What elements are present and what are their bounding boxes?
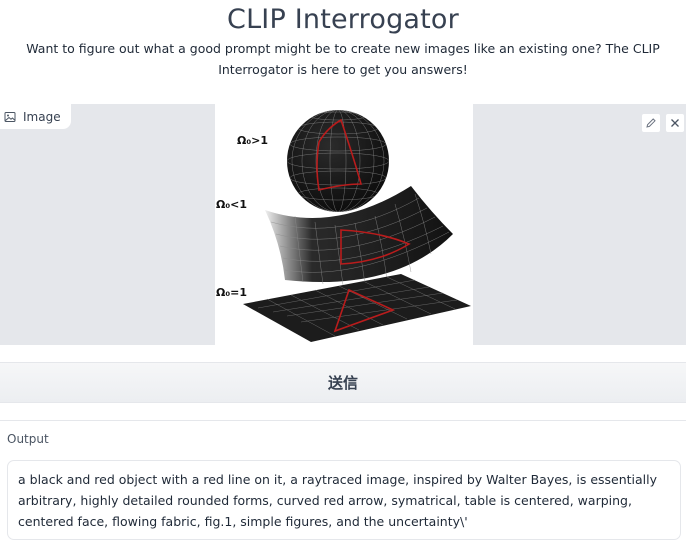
page-description: Want to figure out what a good prompt mi… [26, 41, 660, 77]
image-input-panel[interactable]: Image Ω₀>1 Ω₀<1 Ω₀=1 [0, 104, 686, 345]
image-block-label: Image [0, 104, 71, 129]
submit-button[interactable]: 送信 [0, 362, 686, 403]
image-icon [4, 111, 16, 122]
clear-image-button[interactable] [665, 113, 685, 133]
output-textbox[interactable]: a black and red object with a red line o… [7, 460, 681, 540]
flat-plane-surface [243, 274, 471, 342]
output-label: Output [7, 432, 49, 446]
closed-universe-label: Ω₀>1 [237, 134, 268, 147]
cosmology-geometry-figure: Ω₀>1 Ω₀<1 Ω₀=1 [216, 110, 471, 342]
close-icon [671, 119, 679, 127]
image-label-text: Image [23, 109, 61, 124]
open-universe-label: Ω₀<1 [216, 198, 247, 211]
section-divider [0, 420, 686, 421]
pencil-icon [646, 118, 656, 128]
edit-image-button[interactable] [641, 113, 661, 133]
sphere-surface [287, 110, 389, 212]
page-title: CLIP Interrogator [227, 4, 459, 35]
uploaded-image-preview: Ω₀>1 Ω₀<1 Ω₀=1 [215, 104, 473, 345]
flat-universe-label: Ω₀=1 [216, 286, 247, 299]
